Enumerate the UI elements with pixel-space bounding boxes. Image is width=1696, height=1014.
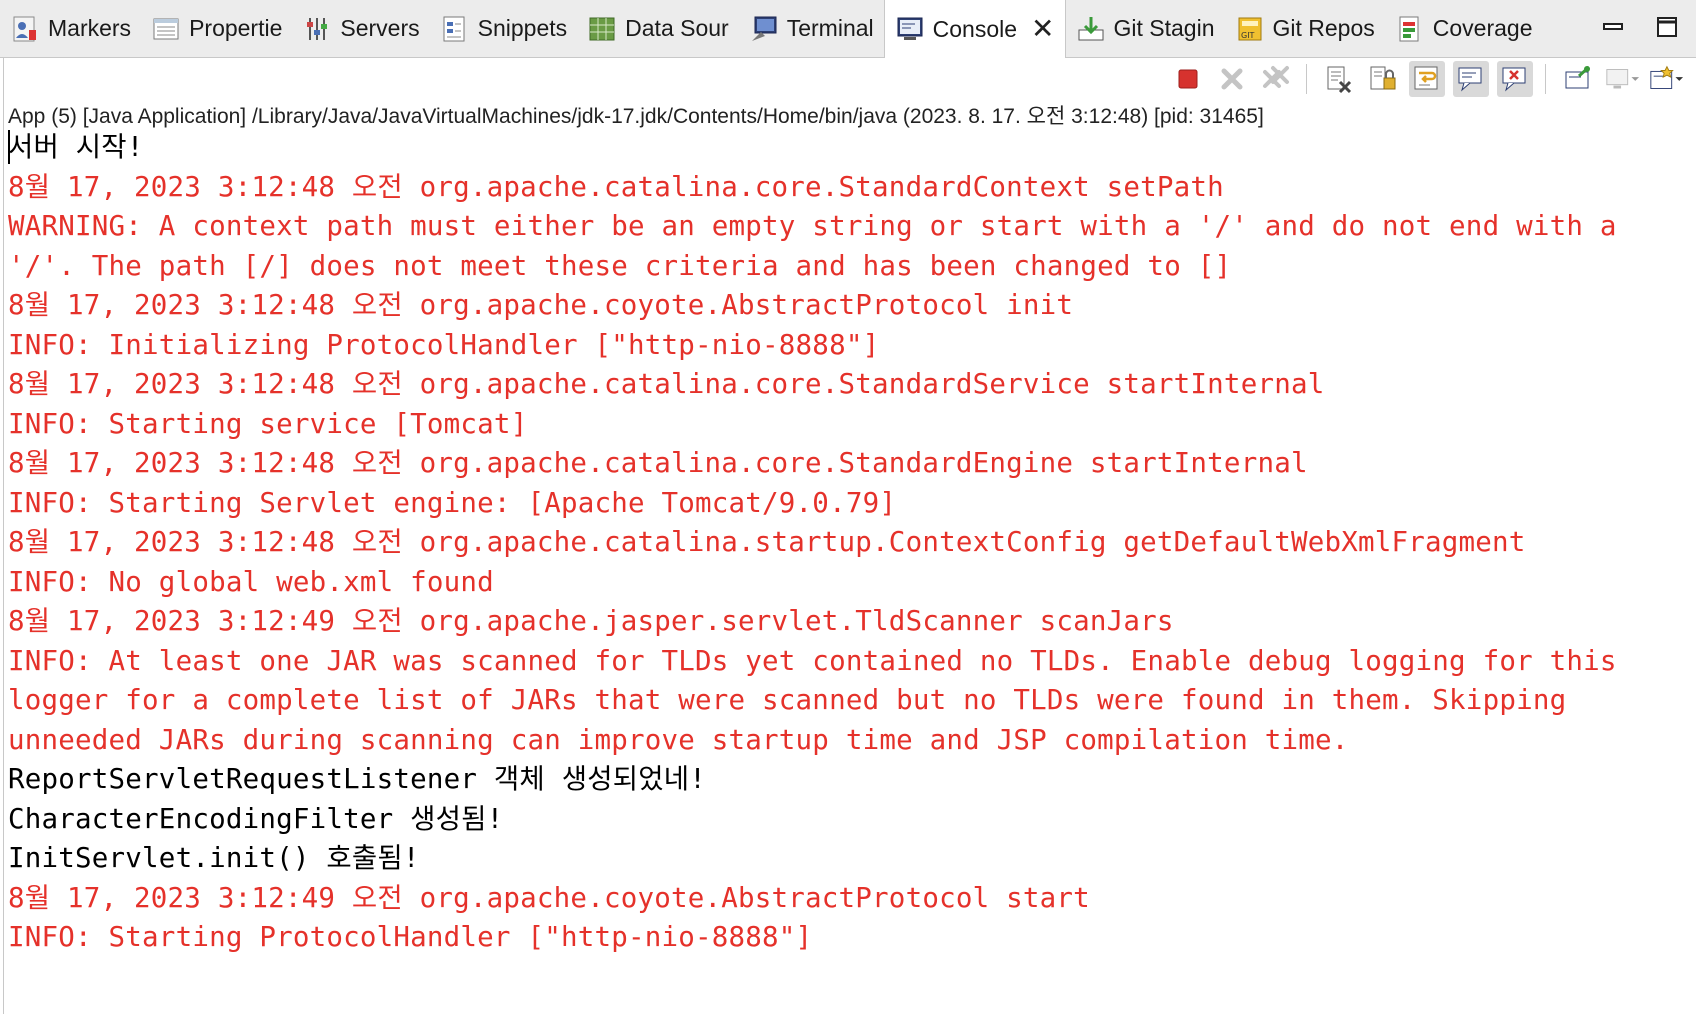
console-toolbar — [0, 58, 1696, 100]
stderr-line: 8월 17, 2023 3:12:49 오전 org.apache.coyote… — [8, 881, 1090, 914]
terminate-icon[interactable] — [1170, 61, 1206, 97]
process-description: App (5) [Java Application] /Library/Java… — [8, 105, 1264, 128]
stdout-line: CharacterEncodingFilter 생성됨! — [8, 802, 504, 835]
stderr-line: 8월 17, 2023 3:12:48 오전 org.apache.catali… — [8, 526, 1526, 558]
properties-icon — [151, 14, 181, 44]
coverage-icon — [1395, 14, 1425, 44]
tab-label: Git Stagin — [1113, 15, 1215, 41]
stderr-line: 8월 17, 2023 3:12:48 오전 org.apache.coyote… — [8, 289, 1074, 321]
toolbar-separator — [1306, 64, 1307, 94]
view-tab-bar: Markers Propertie Servers Snippets Data … — [0, 0, 1696, 58]
markers-icon — [10, 14, 40, 44]
close-icon[interactable]: ✕ — [1031, 15, 1054, 43]
tab-git-repos[interactable]: GIT Git Repos — [1225, 0, 1385, 58]
show-on-stdout-icon[interactable] — [1453, 61, 1489, 97]
tab-label: Markers — [48, 15, 132, 41]
tab-label: Terminal — [786, 15, 874, 41]
stderr-line: 8월 17, 2023 3:12:48 오전 org.apache.catali… — [8, 170, 1224, 203]
tab-data-source[interactable]: Data Sour — [577, 0, 739, 58]
stderr-line: 8월 17, 2023 3:12:48 오전 org.apache.catali… — [8, 447, 1308, 479]
tab-label: Servers — [340, 15, 420, 41]
git-repos-icon: GIT — [1235, 14, 1265, 44]
open-console-icon[interactable] — [1648, 61, 1684, 97]
word-wrap-icon[interactable] — [1409, 61, 1445, 97]
stdout-line: ReportServletRequestListener 객체 생성되었네! — [8, 763, 706, 795]
maximize-icon[interactable] — [1652, 12, 1682, 42]
snippets-icon — [440, 14, 470, 44]
tab-label: Coverage — [1432, 15, 1533, 41]
tab-terminal[interactable]: Terminal — [739, 0, 884, 58]
stderr-line: INFO: No global web.xml found — [8, 565, 494, 598]
display-selected-console-icon[interactable] — [1604, 61, 1640, 97]
stderr-line: 8월 17, 2023 3:12:49 오전 org.apache.jasper… — [8, 605, 1174, 637]
stderr-line: 8월 17, 2023 3:12:48 오전 org.apache.catali… — [8, 368, 1325, 400]
stderr-line: INFO: Starting Servlet engine: [Apache T… — [8, 486, 897, 519]
remove-all-terminated-icon[interactable] — [1258, 61, 1294, 97]
tab-servers[interactable]: Servers — [292, 0, 429, 58]
tab-console[interactable]: Console ✕ — [883, 0, 1066, 58]
view-border — [3, 58, 4, 1014]
data-source-icon — [587, 14, 617, 44]
console-output[interactable]: 서버 시작! 8월 17, 2023 3:12:48 오전 org.apache.… — [8, 128, 1690, 958]
tab-coverage[interactable]: Coverage — [1385, 0, 1543, 58]
terminal-icon — [749, 14, 779, 44]
stdout-line: 서버 시작! — [8, 131, 144, 163]
tab-label: Data Sour — [625, 15, 729, 41]
stderr-line: INFO: At least one JAR was scanned for T… — [8, 644, 1634, 756]
tab-label: Snippets — [477, 15, 568, 41]
remove-launch-icon[interactable] — [1214, 61, 1250, 97]
show-on-stderr-icon[interactable] — [1497, 61, 1533, 97]
tab-label: Git Repos — [1272, 15, 1375, 41]
clear-console-icon[interactable] — [1321, 61, 1357, 97]
tab-markers[interactable]: Markers — [0, 0, 141, 58]
stderr-line: WARNING: A context path must either be a… — [8, 210, 1634, 282]
tab-label: Propertie — [189, 15, 283, 41]
git-staging-icon — [1076, 14, 1106, 44]
stderr-line: INFO: Starting ProtocolHandler ["http-ni… — [8, 921, 813, 953]
toolbar-separator — [1545, 64, 1546, 94]
tab-properties[interactable]: Propertie — [141, 0, 292, 58]
stderr-line: INFO: Starting service [Tomcat] — [8, 407, 528, 440]
svg-text:GIT: GIT — [1241, 31, 1255, 40]
servers-icon — [302, 14, 332, 44]
tab-label: Console — [932, 15, 1018, 42]
tab-snippets[interactable]: Snippets — [430, 0, 578, 58]
console-icon — [895, 14, 925, 44]
stdout-line: InitServlet.init() 호출됨! — [8, 842, 420, 874]
scroll-lock-icon[interactable] — [1365, 61, 1401, 97]
pin-console-icon[interactable] — [1560, 61, 1596, 97]
minimize-icon[interactable] — [1598, 12, 1628, 42]
stderr-line: INFO: Initializing ProtocolHandler ["htt… — [8, 328, 880, 361]
tab-git-staging[interactable]: Git Stagin — [1066, 0, 1225, 58]
